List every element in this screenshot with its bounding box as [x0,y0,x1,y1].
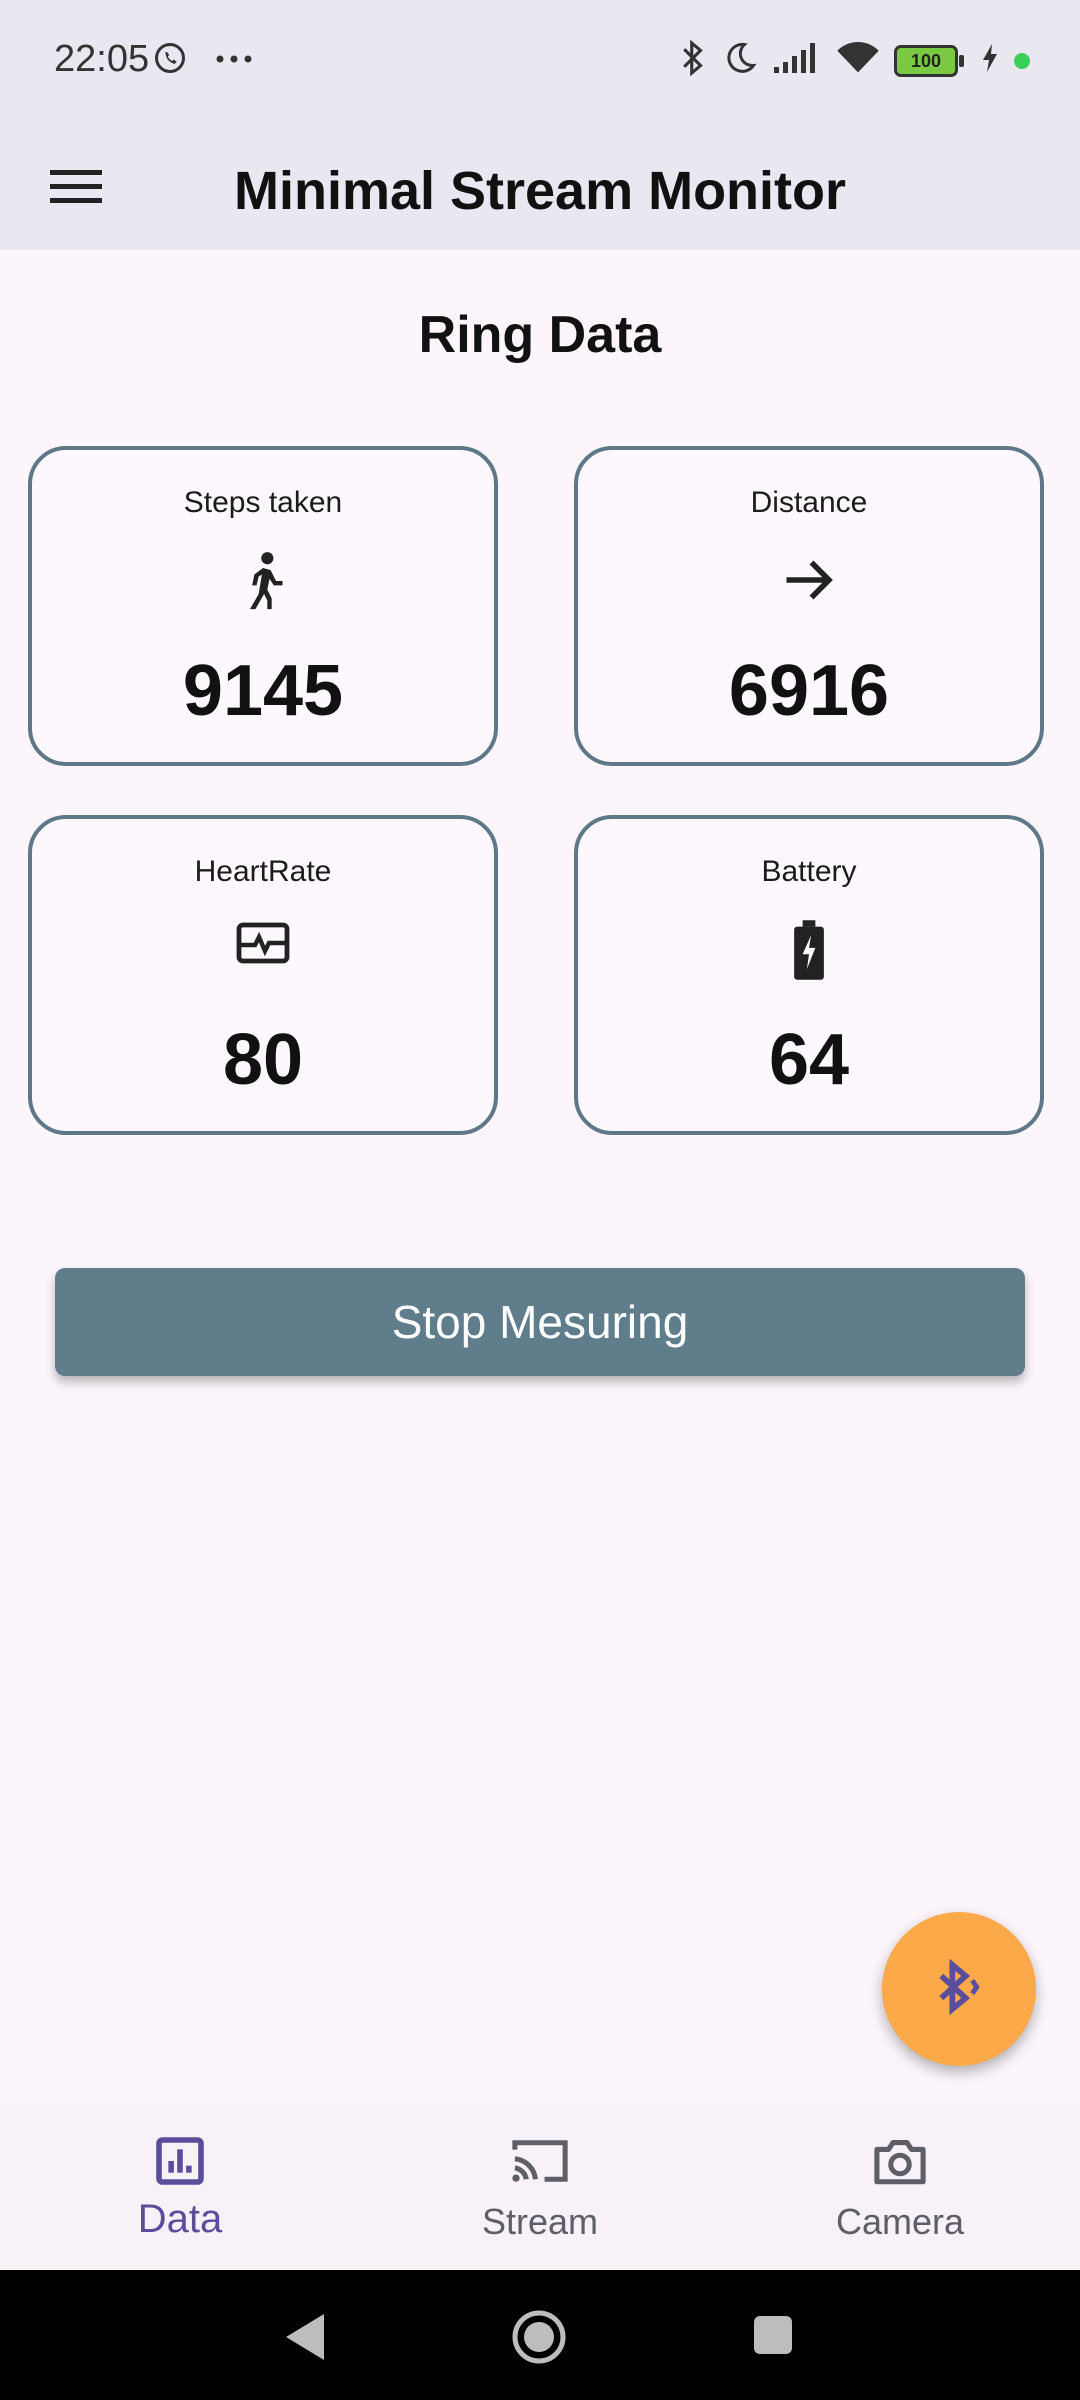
whatsapp-icon [152,40,188,81]
battery-card: Battery 64 [574,815,1044,1135]
battery-value: 64 [768,1020,850,1100]
nav-label-camera: Camera [835,2201,965,2242]
nav-label-stream: Stream [481,2201,599,2242]
battery-icon: 100 [894,44,964,77]
distance-label: Distance [750,486,868,519]
signal-icon [772,41,822,80]
heartrate-label: HeartRate [194,855,332,888]
page-title: Ring Data [418,306,662,364]
status-bar: 22:05 100 [0,0,1080,125]
nav-item-camera[interactable]: Camera [720,2103,1080,2270]
monitor-heart-icon [234,919,292,972]
system-navigation-bar [0,2270,1080,2400]
more-icon [214,52,254,70]
status-time: 22:05 [54,38,150,80]
distance-value: 6916 [728,651,890,731]
bar-chart-icon [152,2133,208,2194]
walk-icon [237,550,289,617]
steps-value: 9145 [182,651,344,731]
nav-item-stream[interactable]: Stream [360,2103,720,2270]
charging-icon [980,42,1000,79]
stop-measuring-button[interactable]: Stop Mesuring [55,1268,1025,1376]
bluetooth-fab[interactable] [882,1912,1036,2066]
green-dot [1014,52,1030,69]
bottom-navigation: Data Stream Camera [0,2103,1080,2270]
bluetooth-searching-icon [928,1956,990,2023]
heartrate-value: 80 [222,1020,304,1100]
back-icon[interactable] [280,2310,330,2369]
distance-card: Distance 6916 [574,446,1044,766]
battery-label: Battery [761,855,857,888]
app-title: Minimal Stream Monitor [233,161,847,221]
arrow-right-icon [779,550,839,615]
moon-icon [722,40,758,81]
nav-label-data: Data [137,2197,223,2241]
bluetooth-icon [678,38,708,83]
battery-level: 100 [910,50,942,71]
heartrate-card: HeartRate 80 [28,815,498,1135]
nav-item-data[interactable]: Data [0,2103,360,2270]
battery-charging-icon [792,919,826,986]
app-bar: Minimal Stream Monitor [0,125,1080,250]
camera-icon [870,2133,930,2194]
cast-icon [508,2133,572,2194]
recents-icon[interactable] [752,2314,794,2361]
steps-label: Steps taken [183,486,343,519]
home-icon[interactable] [510,2308,568,2371]
wifi-icon [836,40,880,81]
steps-card: Steps taken 9145 [28,446,498,766]
